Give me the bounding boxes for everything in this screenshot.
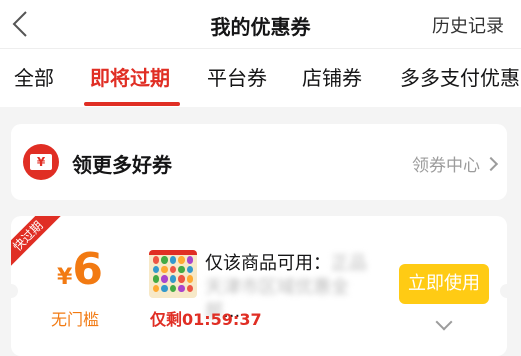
get-more-coupons-card[interactable]: ¥ 领更多好券 领券中心 <box>11 124 507 200</box>
back-button[interactable] <box>4 4 44 44</box>
tab-duoduo-pay[interactable]: 多多支付优惠 <box>400 62 520 91</box>
coupon-amount: ¥6 <box>57 244 103 295</box>
card-notch-right <box>500 284 507 298</box>
get-more-title: 领更多好券 <box>72 153 172 177</box>
chevron-right-icon <box>483 156 499 172</box>
use-now-button[interactable]: 立即使用 <box>399 264 489 304</box>
chevron-down-icon[interactable] <box>435 313 453 331</box>
active-tab-indicator <box>84 102 180 106</box>
coupon-threshold: 无门槛 <box>51 310 100 329</box>
coupon-card: 快过期 ¥6 无门槛 仅该商品可用：正品 天津市区域优惠全部... 仅剩01:5… <box>11 216 507 356</box>
tab-store[interactable]: 店铺券 <box>302 62 362 91</box>
history-records-link[interactable]: 历史记录 <box>432 12 504 38</box>
amount-value: 6 <box>72 244 103 295</box>
card-notch-left <box>11 284 18 298</box>
currency-symbol: ¥ <box>57 265 73 290</box>
coupon-tabs: 全部 即将过期 平台券 店铺券 多多支付优惠 <box>0 48 521 107</box>
top-nav-bar: 我的优惠券 历史记录 <box>0 0 521 48</box>
time-remaining: 仅剩01:59:37 <box>150 310 262 329</box>
tab-platform[interactable]: 平台券 <box>207 62 267 91</box>
tab-expiring-soon[interactable]: 即将过期 <box>90 62 170 91</box>
product-thumbnail[interactable] <box>149 250 197 298</box>
coupon-ticket-icon: ¥ <box>23 144 59 180</box>
coupon-center-link[interactable]: 领券中心 <box>412 151 499 176</box>
tab-all[interactable]: 全部 <box>14 62 54 91</box>
chevron-left-icon <box>12 11 27 37</box>
